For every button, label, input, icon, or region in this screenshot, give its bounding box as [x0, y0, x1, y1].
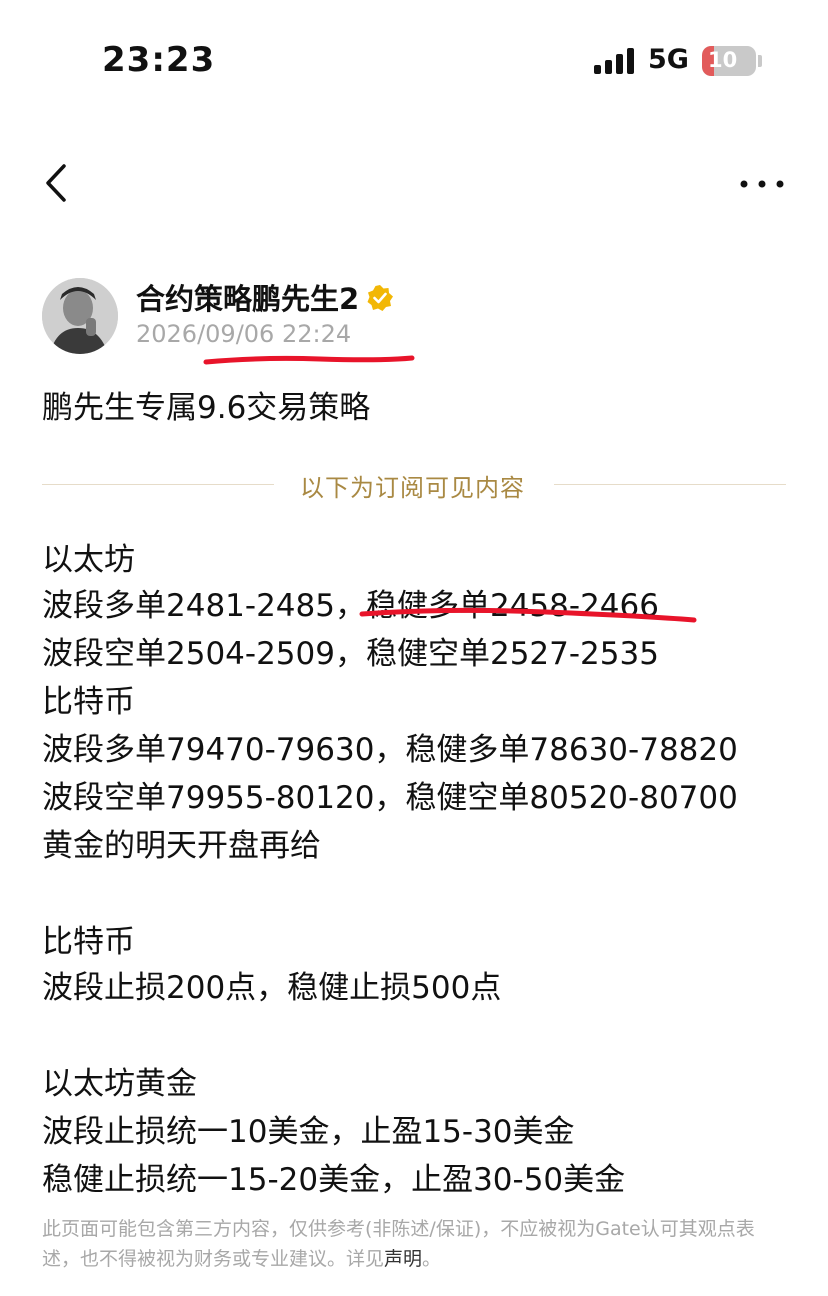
more-horizontal-icon — [740, 180, 784, 188]
content-line-gold-note: 黄金的明天开盘再给 — [42, 828, 321, 864]
author-avatar[interactable] — [42, 278, 118, 354]
battery-cap — [758, 55, 762, 67]
subscriber-content-divider: 以下为订阅可见内容 — [300, 474, 525, 502]
disclaimer-statement-link[interactable]: 声明 — [384, 1248, 422, 1270]
disclaimer-end: 。 — [422, 1248, 442, 1270]
content-line-btc-stop-heading: 比特币 — [42, 924, 135, 960]
status-time: 23:23 — [102, 40, 216, 80]
avatar-portrait-image — [42, 278, 118, 354]
content-line-btc-heading: 比特币 — [42, 684, 135, 720]
content-line-eth-heading: 以太坊 — [42, 542, 135, 578]
content-line-eth-short: 波段空单2504-2509，稳健空单2527-2535 — [42, 636, 659, 672]
battery-level: 10 — [708, 48, 738, 72]
content-line-btc-stop: 波段止损200点，稳健止损500点 — [42, 970, 502, 1006]
content-line-btc-short: 波段空单79955-80120，稳健空单80520-80700 — [42, 780, 738, 816]
post-title: 鹏先生专属9.6交易策略 — [42, 390, 371, 426]
eth-swing-long: 波段多单2481-2485， — [42, 588, 366, 624]
content-line-steady-stop: 稳健止损统一15-20美金，止盈30-50美金 — [42, 1162, 626, 1198]
chevron-left-icon — [46, 164, 66, 202]
divider-line-left — [42, 484, 274, 485]
post-timestamp: 2026/09/06 22:24 — [136, 320, 352, 348]
verified-badge-icon — [367, 285, 393, 311]
content-line-eth-gold-heading: 以太坊黄金 — [42, 1066, 197, 1102]
more-options-button[interactable] — [738, 176, 786, 190]
back-button[interactable] — [40, 160, 80, 206]
cellular-signal-icon — [594, 48, 636, 74]
battery-icon: 10 — [702, 46, 756, 76]
network-type: 5G — [648, 44, 689, 75]
red-underline-annotation — [203, 355, 415, 365]
divider-line-right — [554, 484, 786, 485]
red-underline-annotation-2 — [359, 607, 697, 623]
content-line-btc-long: 波段多单79470-79630，稳健多单78630-78820 — [42, 732, 738, 768]
content-line-swing-stop: 波段止损统一10美金，止盈15-30美金 — [42, 1114, 575, 1150]
disclaimer: 此页面可能包含第三方内容，仅供参考(非陈述/保证)，不应被视为Gate认可其观点… — [42, 1214, 790, 1274]
author-name[interactable]: 合约策略鹏先生2 — [136, 276, 359, 318]
